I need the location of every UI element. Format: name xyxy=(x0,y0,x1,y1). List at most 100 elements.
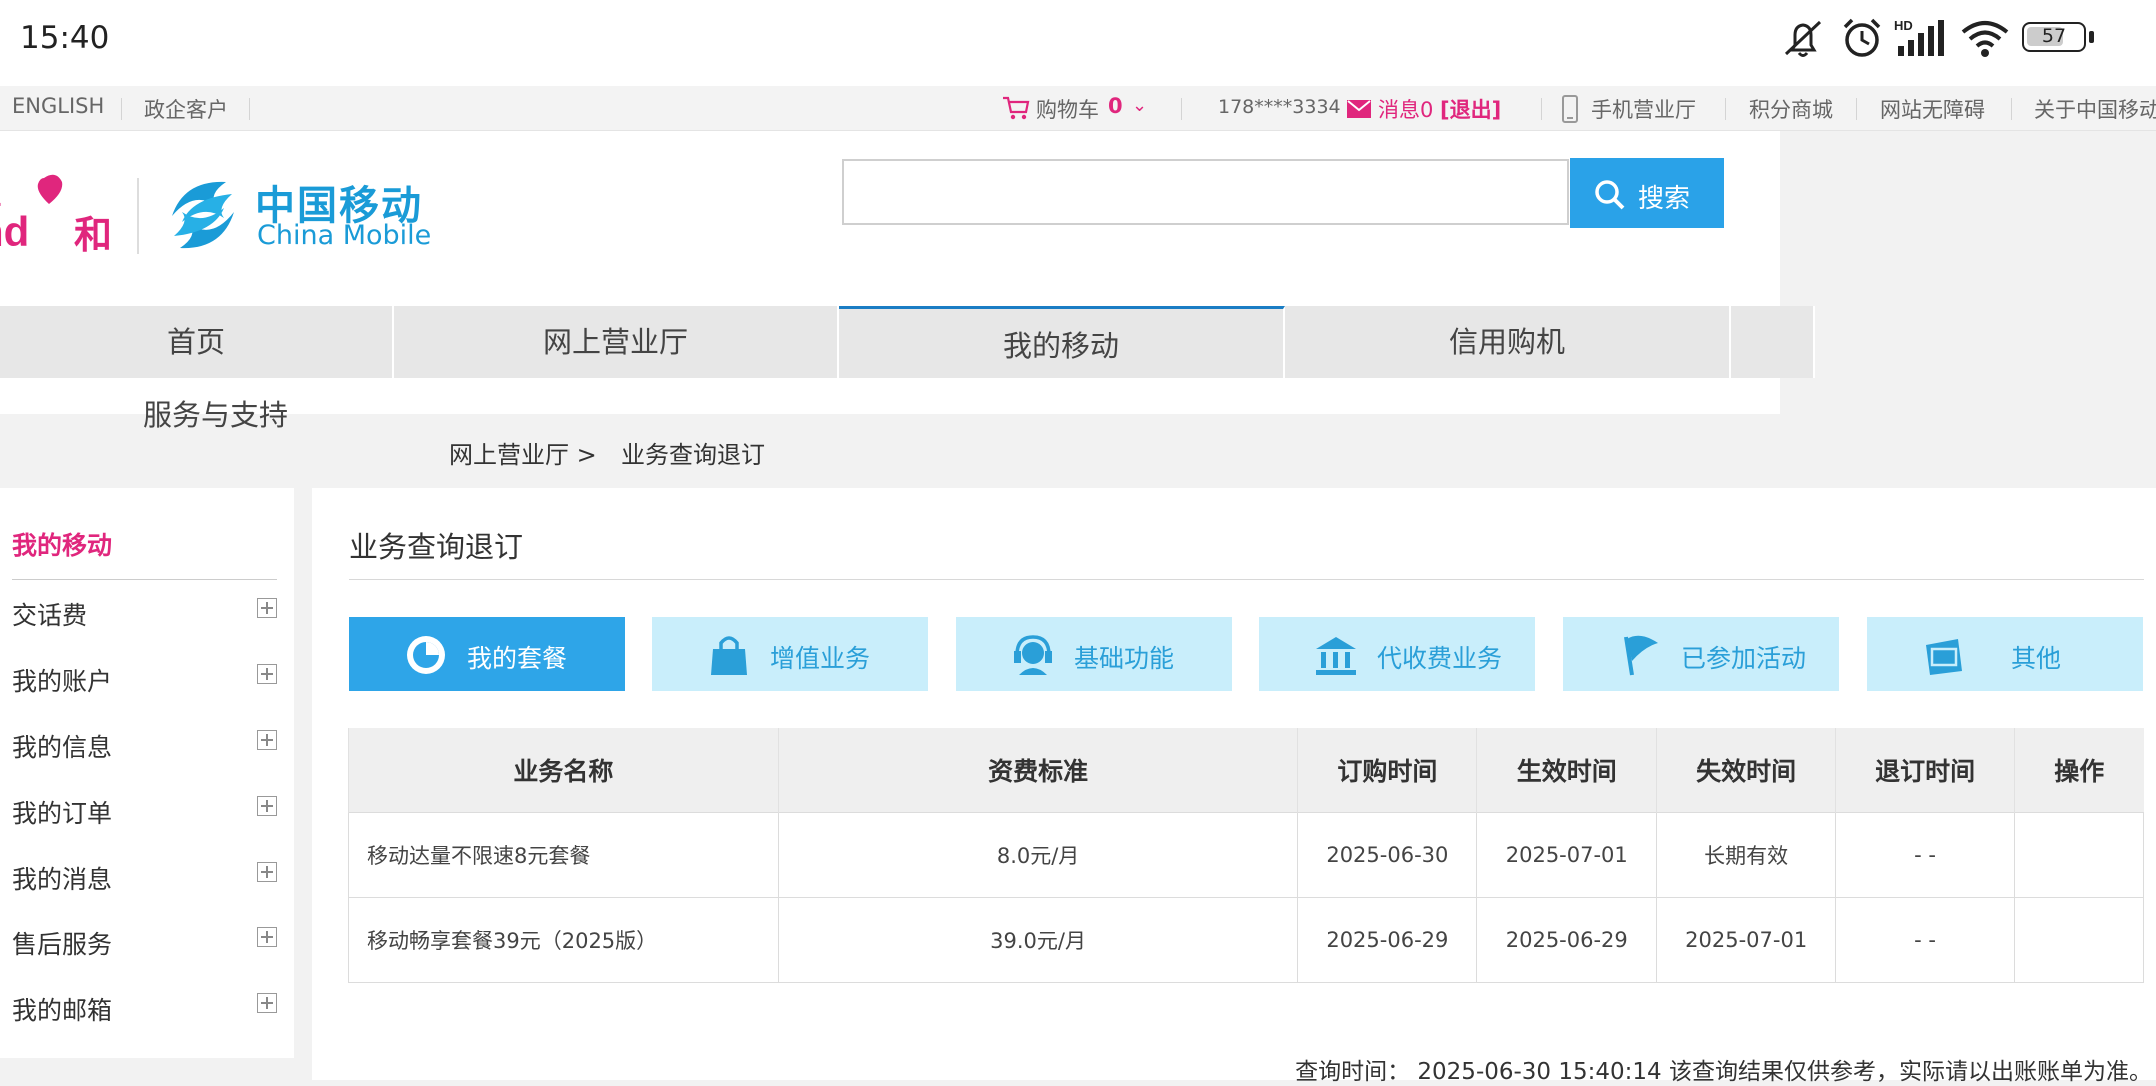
tab-label: 增值业务 xyxy=(770,644,871,673)
tab-label: 已参加活动 xyxy=(1681,644,1807,673)
main-nav: 首页 网上营业厅 我的移动 信用购机 xyxy=(0,306,1815,378)
table-row: 移动达量不限速8元套餐 8.0元/月 2025-06-30 2025-07-01… xyxy=(348,812,2144,898)
sidebar-divider xyxy=(12,579,277,580)
status-bar: 15:40 HD 57 xyxy=(0,0,2156,86)
sidebar-item-pay-bill[interactable]: 交话费 xyxy=(12,596,277,632)
user-phone: 178****3334 xyxy=(1218,96,1341,118)
tab-label: 代收费业务 xyxy=(1377,644,1503,673)
tab-value-added[interactable]: 增值业务 xyxy=(652,617,928,691)
expand-plus-icon[interactable] xyxy=(257,927,277,947)
cell-fee: 8.0元/月 xyxy=(777,812,1299,898)
sidebar-item-my-mailbox[interactable]: 我的邮箱 xyxy=(12,991,277,1027)
cell-expire-date: 长期有效 xyxy=(1656,812,1837,898)
english-link[interactable]: ENGLISH xyxy=(12,94,104,118)
sidebar-item-my-orders[interactable]: 我的订单 xyxy=(12,794,277,830)
expand-plus-icon[interactable] xyxy=(257,598,277,618)
nav-my-mobile[interactable]: 我的移动 xyxy=(839,306,1285,378)
tab-other[interactable]: 其他 xyxy=(1867,617,2143,691)
sidebar-item-my-messages[interactable]: 我的消息 xyxy=(12,860,277,896)
package-table: 业务名称 资费标准 订购时间 生效时间 失效时间 退订时间 操作 移动达量不限速… xyxy=(348,728,2144,983)
wifi-icon xyxy=(1961,21,2009,57)
top-links-bar: ENGLISH 政企客户 购物车 0 ⌄ 178****3334 消息0 [退出… xyxy=(0,86,2156,131)
chevron-down-icon[interactable]: ⌄ xyxy=(1132,95,1147,116)
expand-plus-icon[interactable] xyxy=(257,730,277,750)
china-mobile-logo-icon[interactable] xyxy=(164,172,242,258)
mobile-hall-link[interactable]: 手机营业厅 xyxy=(1591,94,1696,124)
table-header-row: 业务名称 资费标准 订购时间 生效时间 失效时间 退订时间 操作 xyxy=(348,728,2144,813)
battery-level: 57 xyxy=(2041,25,2067,47)
column-header: 业务名称 xyxy=(348,728,779,813)
status-time: 15:40 xyxy=(20,20,110,56)
sidebar-item-label: 我的消息 xyxy=(12,865,113,894)
tab-joined-activities[interactable]: 已参加活动 xyxy=(1563,617,1839,691)
sidebar-item-my-account[interactable]: 我的账户 xyxy=(12,662,277,698)
sidebar-item-label: 售后服务 xyxy=(12,930,113,959)
tab-label: 基础功能 xyxy=(1074,644,1175,673)
expand-plus-icon[interactable] xyxy=(257,664,277,684)
sidebar-item-label: 我的信息 xyxy=(12,733,113,762)
gov-customer-link[interactable]: 政企客户 xyxy=(144,94,228,124)
cell-unsubscribe-date: - - xyxy=(1835,897,2016,983)
query-time-note: 查询时间： 2025-06-30 15:40:14 该查询结果仅供参考，实际请以… xyxy=(1295,1059,2152,1085)
sidebar-item-after-sales[interactable]: 售后服务 xyxy=(12,925,277,961)
sidebar-item-label: 我的订单 xyxy=(12,799,113,828)
cell-action[interactable] xyxy=(2014,812,2144,898)
column-header: 订购时间 xyxy=(1297,728,1477,813)
sidebar-item-label: 交话费 xyxy=(12,601,88,630)
breadcrumb: 网上营业厅 > 业务查询退订 xyxy=(0,414,2156,488)
nav-more[interactable] xyxy=(1731,306,1815,378)
accessibility-link[interactable]: 网站无障碍 xyxy=(1880,94,1985,124)
cell-effective-date: 2025-07-01 xyxy=(1476,812,1658,898)
sidebar-item-label: 我的账户 xyxy=(12,667,113,696)
mobile-phone-icon xyxy=(1562,95,1578,123)
column-header: 退订时间 xyxy=(1835,728,2015,813)
nav-home[interactable]: 首页 xyxy=(0,306,394,378)
search-button-label: 搜索 xyxy=(1638,184,1691,214)
cell-effective-date: 2025-06-29 xyxy=(1476,897,1658,983)
cell-expire-date: 2025-07-01 xyxy=(1656,897,1837,983)
tab-basic-functions[interactable]: 基础功能 xyxy=(956,617,1232,691)
sidebar-item-label: 我的邮箱 xyxy=(12,996,113,1025)
cart-link[interactable]: 购物车 xyxy=(1036,94,1099,124)
search-input[interactable] xyxy=(842,159,1569,225)
about-link[interactable]: 关于中国移动 xyxy=(2034,94,2156,124)
flag-icon xyxy=(1624,635,1658,676)
box-icon xyxy=(1926,639,1962,675)
tab-label: 其他 xyxy=(2011,644,2062,673)
table-row: 移动畅享套餐39元（2025版） 39.0元/月 2025-06-29 2025… xyxy=(348,897,2144,983)
sidebar-item-my-info[interactable]: 我的信息 xyxy=(12,728,277,764)
tab-collection-services[interactable]: 代收费业务 xyxy=(1259,617,1535,691)
expand-plus-icon[interactable] xyxy=(257,862,277,882)
cell-service-name: 移动达量不限速8元套餐 xyxy=(348,812,779,898)
nav-sub-row: 服务与支持 xyxy=(0,378,1780,432)
cart-icon[interactable] xyxy=(1002,95,1030,121)
messages-link[interactable]: 消息0 xyxy=(1378,94,1433,124)
cell-action[interactable] xyxy=(2014,897,2144,983)
china-mobile-en-name: China Mobile xyxy=(257,220,432,251)
column-header: 生效时间 xyxy=(1476,728,1657,813)
logout-link[interactable]: [退出] xyxy=(1440,94,1501,124)
expand-plus-icon[interactable] xyxy=(257,993,277,1013)
he-logo-text: 和 xyxy=(74,213,113,257)
search-button[interactable]: 搜索 xyxy=(1570,158,1724,228)
search-icon xyxy=(1595,180,1625,210)
cell-service-name: 移动畅享套餐39元（2025版） xyxy=(348,897,779,983)
cell-order-date: 2025-06-30 xyxy=(1297,812,1478,898)
column-header: 操作 xyxy=(2014,728,2144,813)
svg-text:nd: nd xyxy=(0,208,29,252)
nav-online-hall[interactable]: 网上营业厅 xyxy=(394,306,839,378)
and-logo-icon: a nd xyxy=(0,172,63,252)
points-mall-link[interactable]: 积分商城 xyxy=(1749,94,1833,124)
mute-bell-icon xyxy=(1784,20,1822,57)
and-he-logo[interactable]: a nd 和 xyxy=(0,172,116,257)
column-header: 资费标准 xyxy=(777,728,1298,813)
mail-icon[interactable] xyxy=(1347,100,1371,118)
expand-plus-icon[interactable] xyxy=(257,796,277,816)
tab-my-package[interactable]: 我的套餐 xyxy=(349,617,625,691)
nav-credit-phone[interactable]: 信用购机 xyxy=(1285,306,1731,378)
cell-unsubscribe-date: - - xyxy=(1835,812,2016,898)
column-header: 失效时间 xyxy=(1656,728,1836,813)
page-title: 业务查询退订 xyxy=(349,530,524,564)
breadcrumb-parent-link[interactable]: 网上营业厅 > xyxy=(449,435,597,470)
sidebar: 我的移动 交话费 我的账户 我的信息 我的订单 我的消息 售后服务 我的邮箱 xyxy=(0,488,294,1058)
